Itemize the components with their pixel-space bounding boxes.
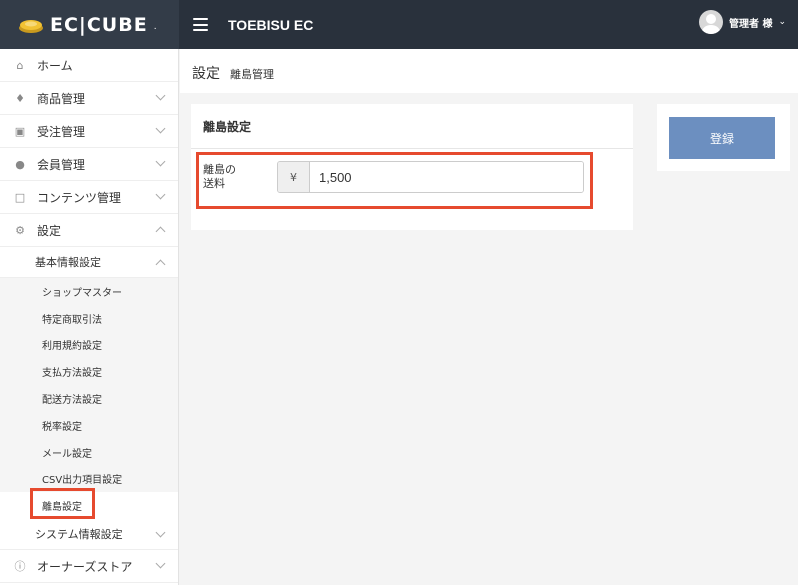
highlight-box-sidebar xyxy=(30,488,95,519)
sidebar-sub-system-info[interactable]: システム情報設定 xyxy=(0,519,178,551)
gear-icon: ⚙ xyxy=(15,223,25,237)
sidebar-item-products[interactable]: ♦ 商品管理 xyxy=(0,82,178,115)
menu-toggle-icon[interactable] xyxy=(193,18,208,31)
logo[interactable]: EC|CUBE . xyxy=(18,14,157,36)
cart-icon: ▣ xyxy=(14,124,26,138)
menu-delivery[interactable]: 配送方法設定 xyxy=(0,385,178,412)
sidebar-item-label: 商品管理 xyxy=(37,91,86,106)
shop-name[interactable]: TOEBISU EC xyxy=(228,17,313,33)
home-icon: ⌂ xyxy=(16,58,24,72)
info-icon: ⓘ xyxy=(14,560,26,574)
card-title: 離島設定 xyxy=(191,104,633,149)
sidebar-item-label: 設定 xyxy=(37,223,62,238)
logo-dot: . xyxy=(153,21,157,32)
chevron-up-icon xyxy=(155,226,166,237)
menu-mail[interactable]: メール設定 xyxy=(0,439,178,466)
page-title: 設定 xyxy=(192,66,220,82)
chevron-down-icon xyxy=(155,189,166,200)
menu-tradelaw[interactable]: 特定商取引法 xyxy=(0,305,178,332)
avatar xyxy=(698,10,723,34)
sidebar-item-customers[interactable]: ● 会員管理 xyxy=(0,148,178,181)
chevron-up-icon xyxy=(155,259,166,270)
users-icon: ● xyxy=(15,157,25,171)
sidebar-item-label: オーナーズストア xyxy=(37,559,133,574)
page-subtitle: 離島管理 xyxy=(230,68,274,81)
sidebar-header: EC|CUBE . xyxy=(0,0,179,49)
top-bar: TOEBISU EC 管理者 様 ⌄ xyxy=(179,0,798,49)
basic-info-menu: ショップマスター 特定商取引法 利用規約設定 支払方法設定 配送方法設定 税率設… xyxy=(0,278,178,520)
sidebar-sub-label: システム情報設定 xyxy=(35,528,123,542)
register-button[interactable]: 登録 xyxy=(669,117,775,159)
chevron-down-icon xyxy=(155,123,166,134)
cube-logo-icon xyxy=(19,19,43,33)
user-menu[interactable]: 管理者 様 ⌄ xyxy=(698,10,786,34)
file-icon: □ xyxy=(14,190,26,204)
chevron-down-icon xyxy=(155,527,166,538)
sidebar-item-settings[interactable]: ⚙ 設定 xyxy=(0,214,178,247)
sidebar-item-label: ホーム xyxy=(37,58,73,73)
sidebar-sub-label: 基本情報設定 xyxy=(35,256,101,269)
chevron-down-icon xyxy=(155,156,166,167)
chevron-down-icon: ⌄ xyxy=(778,17,786,27)
menu-terms[interactable]: 利用規約設定 xyxy=(0,332,178,359)
sidebar-item-label: 会員管理 xyxy=(37,157,86,172)
user-name: 管理者 様 xyxy=(728,18,773,30)
page-header: 設定 離島管理 xyxy=(180,49,798,93)
menu-tax[interactable]: 税率設定 xyxy=(0,412,178,439)
sidebar-sub-basic-info[interactable]: 基本情報設定 xyxy=(0,247,178,278)
sidebar-item-label: 受注管理 xyxy=(37,124,86,139)
tag-icon: ♦ xyxy=(15,91,25,105)
sidebar-item-label: コンテンツ管理 xyxy=(37,190,122,205)
menu-payment[interactable]: 支払方法設定 xyxy=(0,358,178,385)
sidebar-item-home[interactable]: ⌂ ホーム xyxy=(0,49,178,82)
chevron-down-icon xyxy=(155,90,166,101)
chevron-down-icon xyxy=(155,558,166,569)
highlight-box-form xyxy=(196,152,593,209)
sidebar-item-owners-store[interactable]: ⓘ オーナーズストア xyxy=(0,550,178,584)
action-card: 登録 xyxy=(657,104,790,171)
sidebar-item-orders[interactable]: ▣ 受注管理 xyxy=(0,115,178,148)
sidebar-item-contents[interactable]: □ コンテンツ管理 xyxy=(0,181,178,214)
menu-shop-master[interactable]: ショップマスター xyxy=(0,278,178,305)
logo-text: EC|CUBE xyxy=(50,13,148,36)
